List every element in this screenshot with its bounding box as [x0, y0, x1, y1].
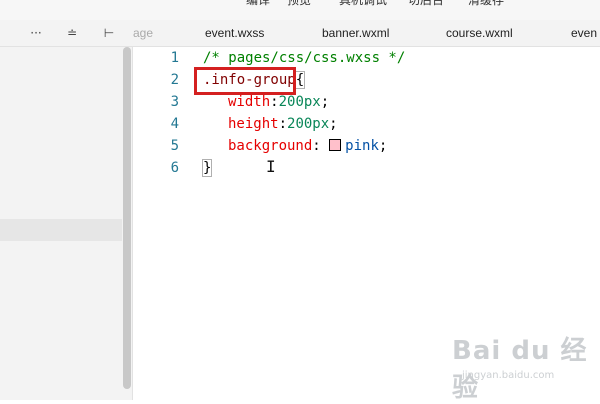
open-brace: {	[294, 71, 306, 89]
annotation-highlight-box	[194, 67, 296, 95]
tab-event[interactable]: even	[571, 20, 597, 46]
top-menu-bar: 编译 预览 真机调试 切后台 清缓存	[0, 0, 600, 20]
file-tree-scrollbar[interactable]	[122, 47, 133, 400]
css-value: pink	[345, 138, 379, 154]
editor-tab-bar: ··· ≐ ⊢ age event.wxss banner.wxml cours…	[0, 20, 600, 47]
toggle-sidebar-icon[interactable]: ⊢	[100, 24, 118, 42]
compile-menu-item[interactable]: 编译	[246, 0, 270, 8]
css-property: background	[228, 138, 313, 154]
preview-menu-item[interactable]: 预览	[287, 0, 311, 8]
color-swatch-icon[interactable]	[329, 139, 342, 151]
css-value: 200px	[278, 94, 321, 110]
clear-cache-menu-item[interactable]: 清缓存	[468, 0, 504, 8]
watermark-url: jingyan.baidu.com	[462, 370, 555, 381]
file-tree-panel[interactable]	[0, 47, 122, 400]
line-number: 5	[170, 138, 179, 154]
code-line: 6 }	[133, 157, 600, 179]
selected-file-row[interactable]	[0, 219, 122, 241]
background-menu-item[interactable]: 切后台	[408, 0, 444, 8]
tab-event-wxss[interactable]: event.wxss	[205, 20, 264, 46]
close-brace: }	[201, 159, 213, 177]
scrollbar-thumb[interactable]	[123, 47, 131, 389]
code-comment: /* pages/css/css.wxss */	[203, 50, 406, 66]
code-line: 1 /* pages/css/css.wxss */	[133, 47, 600, 69]
tab-course-wxml[interactable]: course.wxml	[446, 20, 513, 46]
watermark: Bai du 经验 jingyan.baidu.com	[452, 330, 592, 403]
sidebar-toolbar: ··· ≐ ⊢	[0, 20, 130, 46]
css-value: 200px	[287, 116, 330, 132]
tab-banner-wxml[interactable]: banner.wxml	[322, 20, 389, 46]
line-number: 4	[170, 116, 179, 132]
code-line: 4 height:200px;	[133, 113, 600, 135]
css-property: height	[228, 116, 279, 132]
device-debug-menu-item[interactable]: 真机调试	[339, 0, 387, 8]
line-number: 3	[170, 94, 179, 110]
tab-page[interactable]: age	[133, 20, 153, 46]
watermark-logo: Bai du 经验	[452, 336, 588, 403]
more-icon[interactable]: ···	[28, 24, 44, 42]
code-line: 5 background: pink;	[133, 135, 600, 157]
line-number: 6	[170, 160, 179, 176]
text-cursor-icon: I	[266, 157, 276, 176]
line-number: 1	[170, 50, 179, 66]
collapse-icon[interactable]: ≐	[64, 24, 80, 42]
line-number: 2	[170, 72, 179, 88]
css-property: width	[228, 94, 271, 110]
